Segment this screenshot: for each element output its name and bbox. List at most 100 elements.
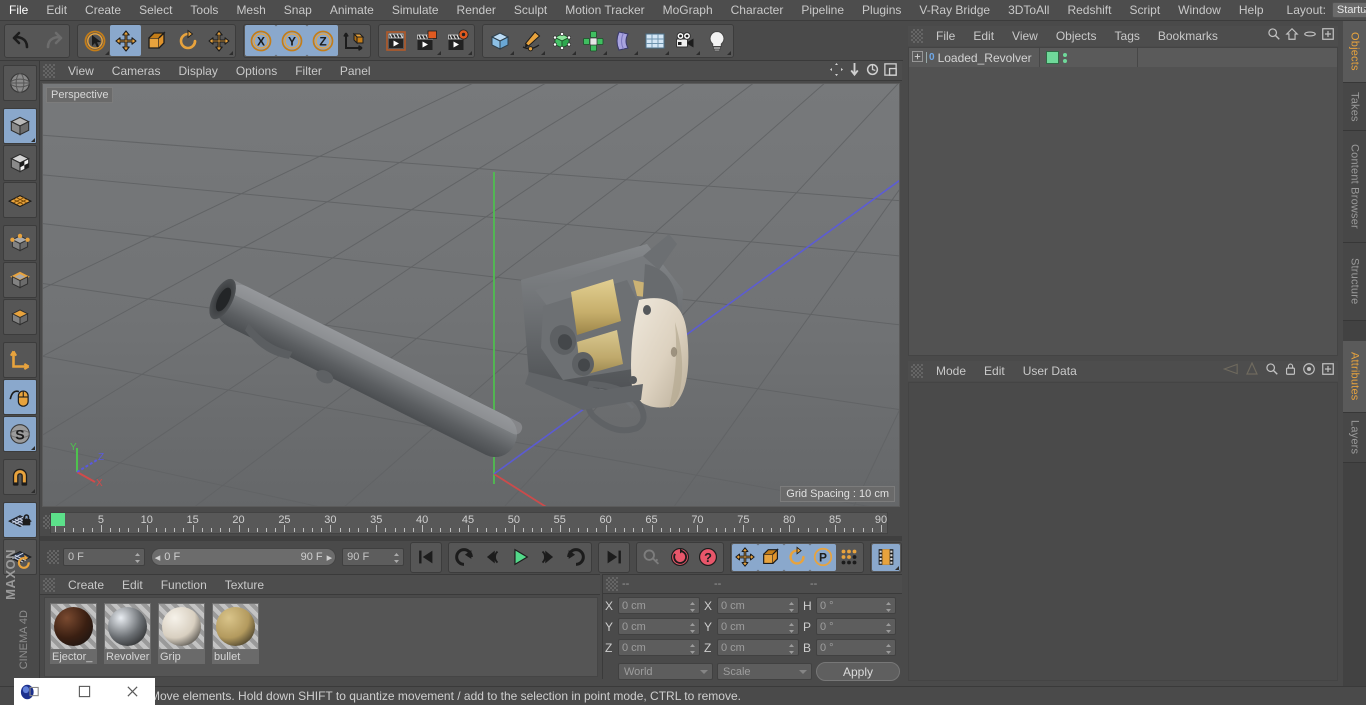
menu-sculpt[interactable]: Sculpt <box>505 0 556 20</box>
rotation-h-field[interactable]: 0 ° <box>816 597 896 614</box>
position-y-field[interactable]: 0 cm <box>618 618 700 635</box>
viewport-canvas[interactable]: Perspective Grid Spacing : 10 cm Y X Z <box>42 83 900 507</box>
magnet-tool-button[interactable] <box>2 459 37 495</box>
rotation-p-field[interactable]: 0 ° <box>816 618 896 635</box>
size-y-field[interactable]: 0 cm <box>717 618 799 635</box>
vtab-content-browser[interactable]: Content Browser <box>1343 131 1366 243</box>
expand-icon[interactable] <box>1321 362 1335 379</box>
expand-corner-icon[interactable] <box>572 51 576 55</box>
go-to-end-button[interactable] <box>600 544 628 571</box>
play-forward-loop-button[interactable] <box>562 544 590 571</box>
expand-corner-icon[interactable] <box>105 51 109 55</box>
expand-corner-icon[interactable] <box>634 51 638 55</box>
back-icon[interactable] <box>1217 362 1239 379</box>
menu-help[interactable]: Help <box>1230 0 1273 20</box>
viewport-menu-options[interactable]: Options <box>227 61 286 81</box>
coord-system-dropdown[interactable]: World <box>618 663 713 680</box>
attribute-menu-user-data[interactable]: User Data <box>1014 361 1086 381</box>
object-menu-file[interactable]: File <box>927 26 964 46</box>
enable-snapping-button[interactable] <box>2 379 37 415</box>
size-x-field[interactable]: 0 cm <box>717 597 799 614</box>
viewport-menu-display[interactable]: Display <box>169 61 226 81</box>
attribute-menu-mode[interactable]: Mode <box>927 361 975 381</box>
record-pla-button[interactable]: P <box>810 543 836 571</box>
spinner-icon[interactable] <box>885 622 892 634</box>
polygons-mode-button[interactable] <box>2 299 37 335</box>
search-icon[interactable] <box>1265 362 1279 379</box>
target-icon[interactable] <box>1302 362 1316 379</box>
make-editable-button[interactable] <box>2 65 37 101</box>
autokeying-button[interactable] <box>666 544 694 571</box>
menu-snap[interactable]: Snap <box>275 0 321 20</box>
range-left-arrow-icon[interactable]: ◂ <box>155 551 161 564</box>
render-view-button[interactable] <box>380 25 411 56</box>
attribute-menu-edit[interactable]: Edit <box>975 361 1014 381</box>
attribute-content[interactable] <box>908 382 1338 681</box>
material-tag-icon[interactable] <box>1046 51 1059 64</box>
spinner-icon[interactable] <box>393 552 400 564</box>
rotate-icon[interactable] <box>865 62 880 80</box>
spinner-icon[interactable] <box>689 601 696 613</box>
viewport-menu-cameras[interactable]: Cameras <box>103 61 170 81</box>
close-icon[interactable] <box>116 678 148 705</box>
expand-corner-icon[interactable] <box>541 51 545 55</box>
pan-icon[interactable] <box>829 62 844 80</box>
lock-x-axis-button[interactable]: X <box>245 25 276 56</box>
menu-render[interactable]: Render <box>448 0 505 20</box>
redo-button[interactable] <box>37 25 68 56</box>
maximize-icon[interactable] <box>883 62 898 80</box>
menu-edit[interactable]: Edit <box>37 0 76 20</box>
object-row[interactable]: 0 Loaded_Revolver <box>909 48 1337 67</box>
vtab-structure[interactable]: Structure <box>1343 243 1366 321</box>
object-tag-cell[interactable] <box>1039 48 1137 67</box>
spinner-icon[interactable] <box>788 601 795 613</box>
layout-dropdown[interactable]: Startup <box>1331 2 1366 18</box>
undo-button[interactable] <box>6 25 37 56</box>
expand-corner-icon[interactable] <box>895 565 899 570</box>
rotation-b-field[interactable]: 0 ° <box>816 639 896 656</box>
apply-button[interactable]: Apply <box>816 662 900 681</box>
zoom-icon[interactable] <box>847 62 862 80</box>
lock-y-axis-button[interactable]: Y <box>276 25 307 56</box>
axis-mode-button[interactable] <box>2 342 37 378</box>
maximize-icon[interactable] <box>68 678 100 705</box>
expand-corner-icon[interactable] <box>696 51 700 55</box>
panel-grip-icon[interactable] <box>606 577 618 591</box>
play-button[interactable] <box>506 544 534 571</box>
object-menu-tags[interactable]: Tags <box>1106 26 1149 46</box>
spinner-icon[interactable] <box>788 643 795 655</box>
panel-grip-icon[interactable] <box>47 550 59 564</box>
expand-corner-icon[interactable] <box>468 51 472 55</box>
workplane-mode-button[interactable] <box>2 182 37 218</box>
menu-simulate[interactable]: Simulate <box>383 0 448 20</box>
expand-corner-icon[interactable] <box>30 138 35 142</box>
spinner-icon[interactable] <box>134 552 141 564</box>
expand-corner-icon[interactable] <box>30 446 35 450</box>
current-frame-field[interactable]: 0 F <box>63 548 145 566</box>
material-menu-texture[interactable]: Texture <box>216 575 273 595</box>
material-item[interactable]: Grip <box>158 603 205 664</box>
add-camera-button[interactable] <box>670 25 701 56</box>
expand-corner-icon[interactable] <box>30 489 35 493</box>
preview-end-field[interactable]: 90 F <box>342 548 404 566</box>
position-x-field[interactable]: 0 cm <box>618 597 700 614</box>
panel-grip-icon[interactable] <box>43 577 55 592</box>
vtab-layers[interactable]: Layers <box>1343 413 1366 463</box>
viewport-menu-filter[interactable]: Filter <box>286 61 331 81</box>
scale-tool[interactable] <box>141 25 172 56</box>
menu-animate[interactable]: Animate <box>321 0 383 20</box>
play-backwards-loop-button[interactable] <box>450 544 478 571</box>
minimize-icon[interactable] <box>1303 27 1317 44</box>
spinner-icon[interactable] <box>885 601 892 613</box>
home-icon[interactable] <box>1285 27 1299 44</box>
search-icon[interactable] <box>1267 27 1281 44</box>
rotate-tool[interactable] <box>172 25 203 56</box>
menu-character[interactable]: Character <box>722 0 793 20</box>
lock-icon[interactable] <box>1284 362 1297 379</box>
menu-mograph[interactable]: MoGraph <box>654 0 722 20</box>
expand-corner-icon[interactable] <box>603 51 607 55</box>
points-mode-button[interactable] <box>2 225 37 261</box>
material-menu-create[interactable]: Create <box>59 575 113 595</box>
render-settings-button[interactable] <box>442 25 473 56</box>
move-tool[interactable] <box>110 25 141 56</box>
